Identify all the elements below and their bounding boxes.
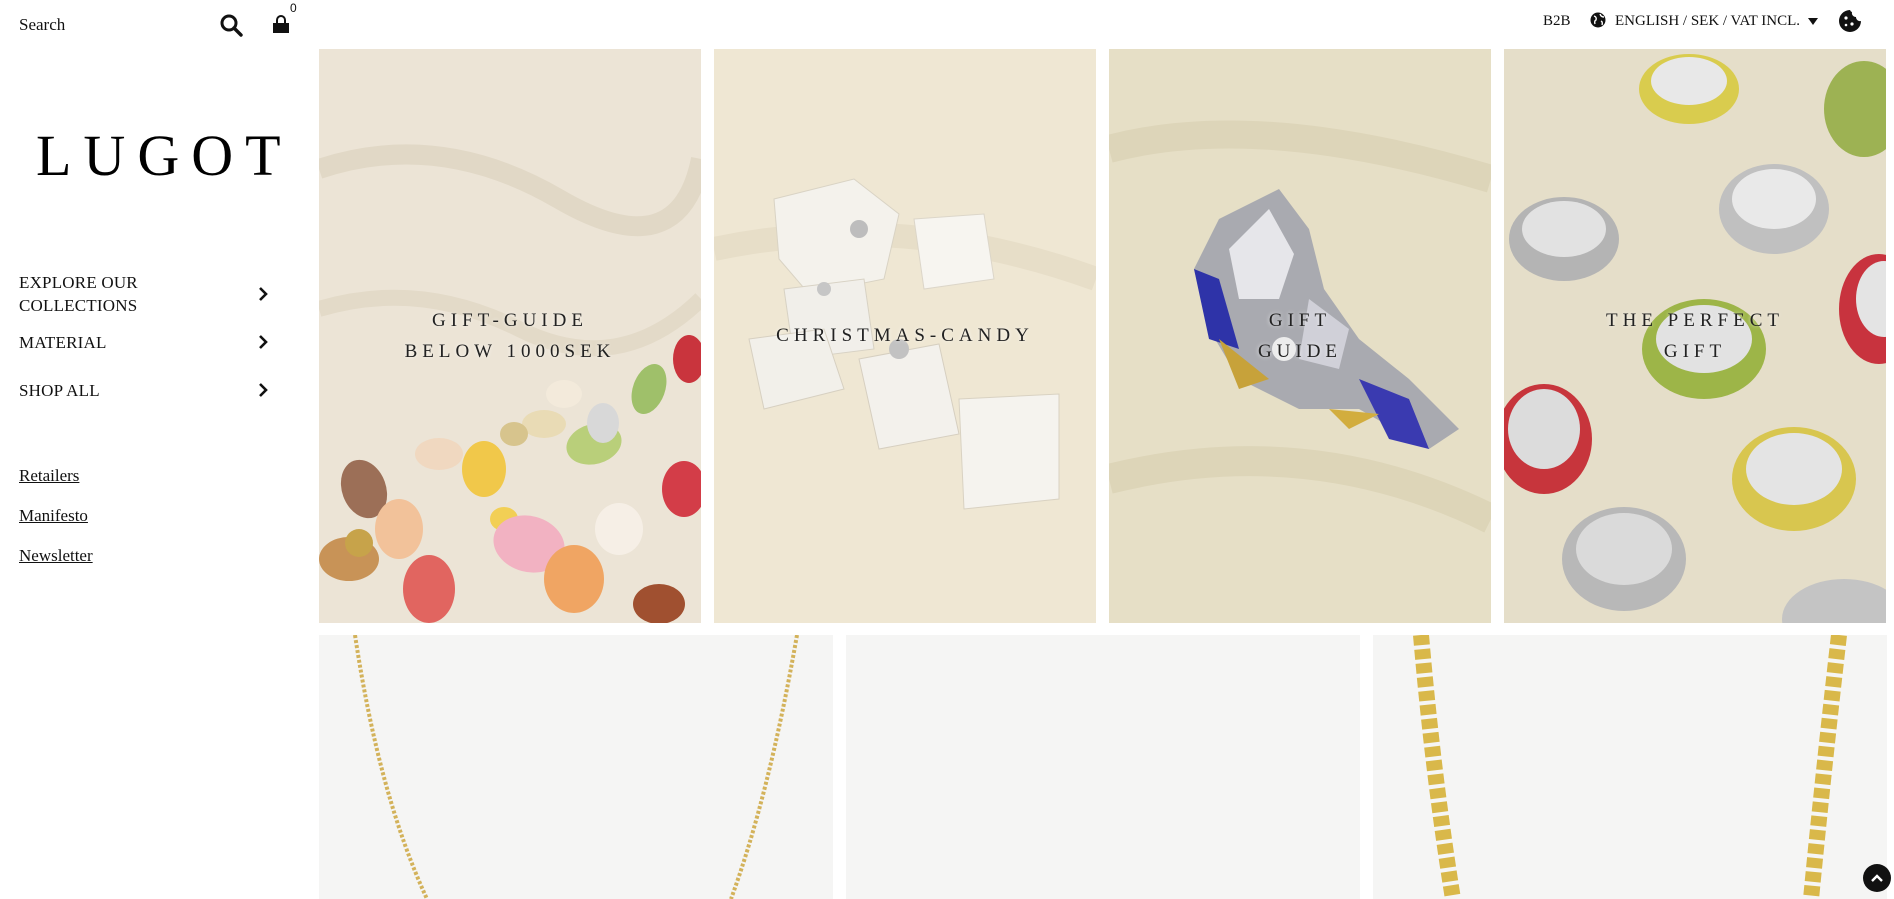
hero-tile-gift-guide[interactable]: GIFT GUIDE [1109, 49, 1491, 623]
menu-item-explore-collections[interactable]: EXPLORE OUR COLLECTIONS [19, 270, 274, 318]
search-input[interactable] [19, 12, 199, 38]
chevron-right-icon [259, 383, 268, 397]
cookie-icon[interactable] [1838, 9, 1862, 33]
menu-item-label-line2: COLLECTIONS [19, 296, 138, 315]
search-icon[interactable] [219, 13, 243, 37]
caret-down-icon[interactable] [1808, 18, 1818, 25]
menu-item-shop-all[interactable]: SHOP ALL [19, 378, 274, 402]
menu-item-label: MATERIAL [19, 332, 107, 352]
caption-line1: GIFT-GUIDE [432, 310, 588, 331]
arrow-up-icon [1871, 874, 1883, 882]
caption-line1: GIFT [1268, 310, 1332, 331]
product-card[interactable] [1373, 635, 1887, 899]
hero-tile-the-perfect-gift[interactable]: THE PERFECT GIFT [1504, 49, 1886, 623]
hero-tile-caption: GIFT-GUIDE BELOW 1000SEK [319, 305, 701, 367]
locale-selector[interactable]: ENGLISH / SEK / VAT INCL. [1615, 13, 1800, 30]
cart-count-badge: 0 [290, 1, 297, 15]
product-image-curb-chain [1373, 635, 1887, 899]
caption-line2: GUIDE [1257, 341, 1343, 362]
hero-tile-gift-guide-below-1000[interactable]: GIFT-GUIDE BELOW 1000SEK [319, 49, 701, 623]
hero-tile-christmas-candy[interactable]: CHRISTMAS-CANDY [714, 49, 1096, 623]
caption-line1: CHRISTMAS-CANDY [776, 325, 1034, 346]
hero-tile-caption: GIFT GUIDE [1109, 305, 1491, 367]
globe-icon [1590, 12, 1606, 28]
chevron-right-icon [259, 335, 268, 349]
menu-item-label: SHOP ALL [19, 380, 100, 400]
link-retailers[interactable]: Retailers [19, 464, 93, 487]
menu-item-material[interactable]: MATERIAL [19, 330, 274, 354]
main-menu: EXPLORE OUR COLLECTIONS MATERIAL SHOP AL… [19, 270, 274, 402]
product-image-placeholder [846, 635, 1360, 899]
hero-tile-caption: CHRISTMAS-CANDY [714, 320, 1096, 351]
caption-line1: THE PERFECT [1606, 310, 1784, 331]
link-newsletter[interactable]: Newsletter [19, 544, 93, 567]
scroll-to-top-button[interactable] [1863, 864, 1891, 892]
chevron-right-icon [259, 287, 268, 301]
search-bar: 0 [19, 1, 299, 38]
product-card[interactable] [846, 635, 1360, 899]
hero-tile-caption: THE PERFECT GIFT [1504, 305, 1886, 367]
logo[interactable]: LUGOT [36, 122, 293, 189]
sidebar: 0 LUGOT EXPLORE OUR COLLECTIONS MATERIAL… [0, 0, 300, 899]
product-image-ball-chain [319, 635, 833, 899]
menu-item-label-line1: EXPLORE OUR [19, 273, 138, 292]
footer-links: Retailers Manifesto Newsletter [19, 464, 93, 584]
caption-line2: GIFT [1663, 341, 1727, 362]
caption-line2: BELOW 1000SEK [404, 341, 616, 362]
menu-item-label: EXPLORE OUR COLLECTIONS [19, 271, 138, 317]
b2b-link[interactable]: B2B [1543, 13, 1571, 30]
product-card[interactable] [319, 635, 833, 899]
cart-icon[interactable] [271, 15, 291, 35]
link-manifesto[interactable]: Manifesto [19, 504, 93, 527]
